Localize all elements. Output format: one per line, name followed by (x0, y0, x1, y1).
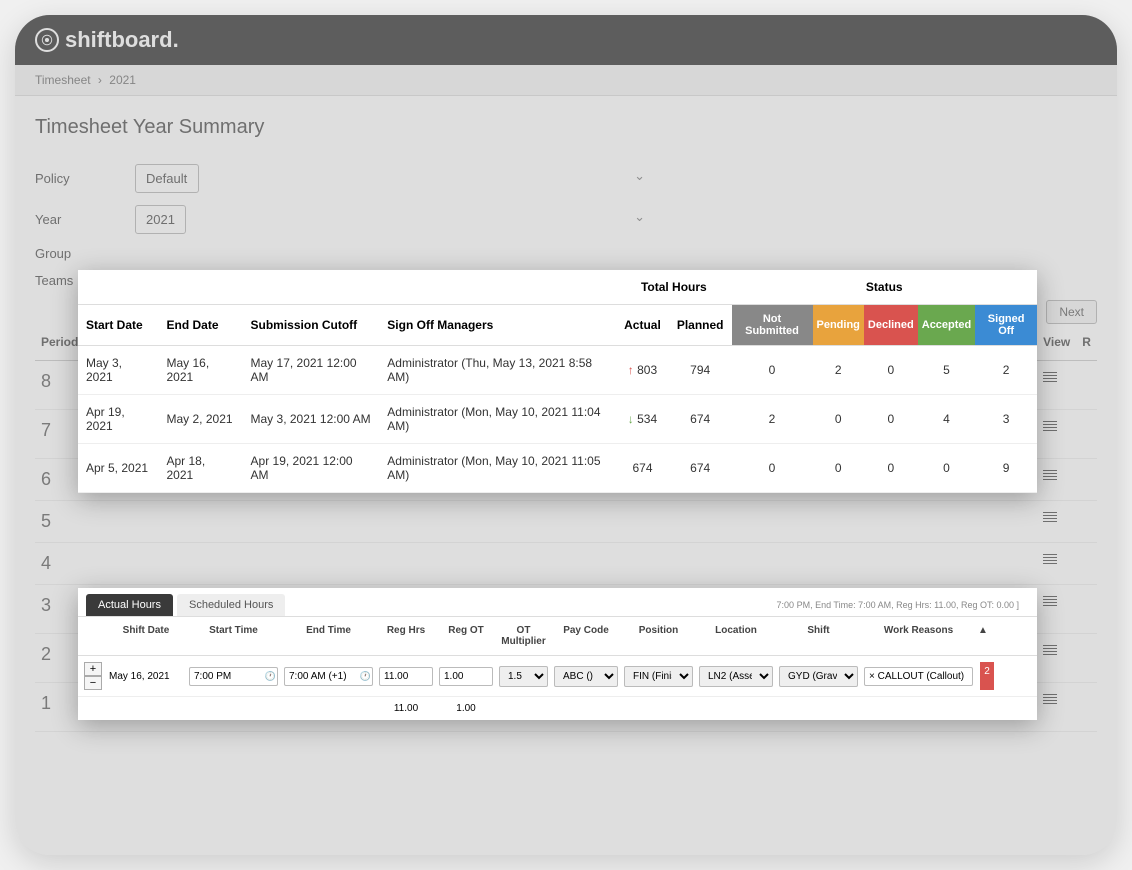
view-icon[interactable] (1043, 372, 1057, 382)
th-start[interactable]: Start Date (78, 305, 159, 346)
th-group-status: Status (732, 270, 1037, 305)
logo: ⦿ shiftboard. (35, 27, 179, 53)
year-select[interactable]: 2021 (135, 205, 186, 234)
logo-icon: ⦿ (35, 28, 59, 52)
remove-row-button[interactable]: − (84, 676, 102, 690)
th-group-total: Total Hours (616, 270, 731, 305)
view-icon[interactable] (1043, 470, 1057, 480)
shift-date: May 16, 2021 (106, 671, 186, 682)
breadcrumb: Timesheet › 2021 (15, 65, 1117, 96)
th-end[interactable]: End Date (159, 305, 243, 346)
policy-select[interactable]: Default (135, 164, 199, 193)
th-work-reasons: Work Reasons (861, 625, 976, 647)
location-select[interactable]: LN2 (Asset 2) (699, 666, 773, 687)
start-time-input[interactable] (189, 667, 278, 686)
th-pending[interactable]: Pending (813, 305, 864, 346)
table-row[interactable]: 5 (35, 501, 1097, 543)
th-location: Location (696, 625, 776, 647)
th-reg-ot: Reg OT (436, 625, 496, 647)
logo-text: shiftboard (65, 27, 173, 53)
th-planned[interactable]: Planned (669, 305, 732, 346)
th-ot-multiplier: OT Multiplier (496, 625, 551, 647)
table-row[interactable]: Apr 19, 2021May 2, 2021May 3, 2021 12:00… (78, 395, 1037, 444)
th-view: View (1037, 324, 1076, 361)
shift-select[interactable]: GYD (Graveyar (779, 666, 858, 687)
view-icon[interactable] (1043, 694, 1057, 704)
table-row[interactable]: May 3, 2021May 16, 2021May 17, 2021 12:0… (78, 346, 1037, 395)
th-cutoff[interactable]: Submission Cutoff (243, 305, 380, 346)
policy-label: Policy (35, 171, 135, 186)
view-icon[interactable] (1043, 421, 1057, 431)
view-icon[interactable] (1043, 512, 1057, 522)
ot-multiplier-select[interactable]: 1.5 (499, 666, 548, 687)
row-status-indicator: 2 (980, 662, 994, 690)
breadcrumb-item[interactable]: Timesheet (35, 73, 91, 87)
group-label: Group (35, 246, 135, 261)
view-icon[interactable] (1043, 554, 1057, 564)
summary-overlay-panel: Total Hours Status Start Date End Date S… (78, 270, 1037, 493)
entry-overlay-panel: Actual Hours Scheduled Hours 7:00 PM, En… (78, 588, 1037, 720)
work-reasons-input[interactable] (864, 667, 973, 686)
th-declined[interactable]: Declined (864, 305, 918, 346)
add-row-button[interactable]: + (84, 662, 102, 676)
tab-scheduled-hours[interactable]: Scheduled Hours (177, 594, 285, 616)
total-reg-ot: 1.00 (436, 703, 496, 714)
next-button[interactable]: Next (1046, 300, 1097, 324)
reg-hrs-input[interactable] (379, 667, 433, 686)
year-label: Year (35, 212, 135, 227)
tab-actual-hours[interactable]: Actual Hours (86, 594, 173, 616)
th-pay-code: Pay Code (551, 625, 621, 647)
th-start-time: Start Time (186, 625, 281, 647)
total-reg-hrs: 11.00 (376, 703, 436, 714)
view-icon[interactable] (1043, 596, 1057, 606)
th-managers[interactable]: Sign Off Managers (379, 305, 616, 346)
th-accepted[interactable]: Accepted (918, 305, 976, 346)
entry-hint: 7:00 PM, End Time: 7:00 AM, Reg Hrs: 11.… (777, 600, 1029, 610)
app-header: ⦿ shiftboard. (15, 15, 1117, 65)
paycode-select[interactable]: ABC () (554, 666, 618, 687)
table-row[interactable]: 4 (35, 543, 1097, 585)
reg-ot-input[interactable] (439, 667, 493, 686)
table-row[interactable]: Apr 5, 2021Apr 18, 2021Apr 19, 2021 12:0… (78, 444, 1037, 493)
view-icon[interactable] (1043, 645, 1057, 655)
th-r: R (1076, 324, 1097, 361)
th-signed-off[interactable]: Signed Off (975, 305, 1037, 346)
end-time-input[interactable] (284, 667, 373, 686)
th-reg-hrs: Reg Hrs (376, 625, 436, 647)
th-end-time: End Time (281, 625, 376, 647)
th-shift-date: Shift Date (106, 625, 186, 647)
position-select[interactable]: FIN (Finish) (624, 666, 693, 687)
th-period: Period (35, 324, 84, 361)
page-title: Timesheet Year Summary (35, 116, 1097, 139)
sort-icon[interactable]: ▲ (976, 625, 990, 647)
breadcrumb-item[interactable]: 2021 (109, 73, 136, 87)
th-actual[interactable]: Actual (616, 305, 669, 346)
th-not-submitted[interactable]: Not Submitted (732, 305, 813, 346)
th-position: Position (621, 625, 696, 647)
th-shift: Shift (776, 625, 861, 647)
